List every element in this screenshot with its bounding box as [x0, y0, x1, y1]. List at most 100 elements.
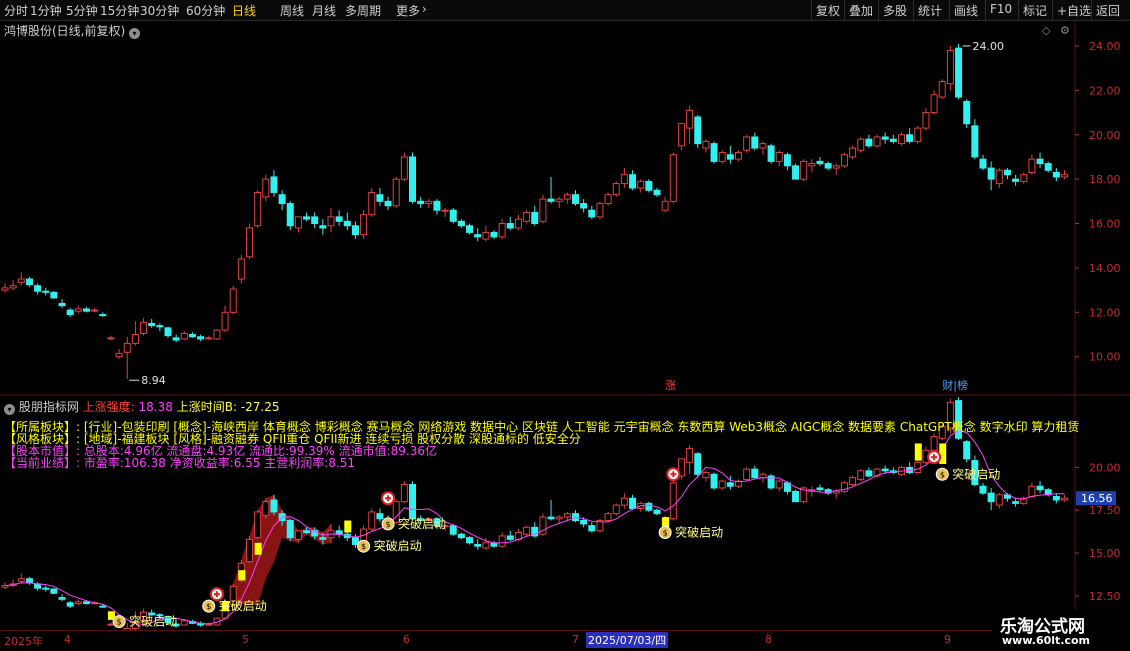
indicator-candle-body [792, 490, 800, 503]
main-chart-svg: 24.00 22.00 20.00 18.00 16.00 14.00 12.00 10.00… [0, 20, 1130, 630]
toolbar-button-6[interactable]: 标记 [1023, 2, 1047, 19]
y-tick-label: 16.00 [1089, 218, 1121, 231]
candle-body [1020, 174, 1028, 182]
indicator-candle-body [74, 601, 82, 605]
period-5[interactable]: 60分钟 [186, 2, 225, 19]
candle-body [172, 337, 180, 341]
indicator-candle-body [979, 485, 987, 494]
candle-body [197, 336, 205, 340]
time-value: -27.25 [240, 400, 280, 414]
chevron-down-icon[interactable]: ▾ [4, 404, 15, 415]
candle-body [898, 134, 905, 145]
indicator-candle-body [718, 480, 726, 489]
indicator-candle-body [930, 436, 938, 451]
month-label: 6 [403, 633, 410, 646]
indicator-candle-body [107, 623, 115, 626]
toolbar-button-2[interactable]: 多股 [883, 2, 907, 19]
indicator-candle-body [66, 602, 74, 607]
candle-body [384, 200, 392, 207]
signal-bar [939, 443, 947, 464]
indicator-candle-body [58, 597, 66, 600]
candle-body [596, 203, 604, 218]
candle-body [1, 287, 9, 291]
indicator-candle-body [555, 516, 563, 520]
candle-body [360, 214, 368, 236]
indicator-candle-body [506, 535, 514, 540]
indicator-candle-body [694, 453, 702, 475]
indicator-candle-body [580, 520, 588, 525]
indicator-candle-body [1061, 497, 1068, 501]
period-2[interactable]: 5分钟 [66, 2, 98, 19]
toolbar-separator [913, 0, 914, 20]
indicator-candle-body [987, 492, 995, 503]
toolbar-separator [1018, 0, 1019, 20]
period-0[interactable]: 分时 [4, 2, 28, 19]
indicator-candle-body [995, 494, 1003, 506]
indicator-candle-body [42, 587, 50, 590]
toolbar-button-5[interactable]: F10 [990, 2, 1012, 16]
candle-body [840, 154, 848, 167]
candle-body [335, 216, 343, 222]
period-6[interactable]: 日线 [232, 2, 256, 19]
toolbar-button-8[interactable]: 返回 [1096, 2, 1120, 19]
candle-body [751, 136, 759, 149]
money-bag-glyph: $ [663, 529, 668, 538]
y-tick-label: 10.00 [1089, 351, 1121, 364]
period-3[interactable]: 15分钟 [100, 2, 139, 19]
candle-body [441, 209, 449, 212]
candle-body [221, 311, 229, 331]
toolbar-button-3[interactable]: 统计 [918, 2, 942, 19]
toolbar-button-7[interactable]: +自选 [1057, 2, 1091, 19]
chevron-right-icon[interactable]: › [422, 2, 427, 16]
candle-body [930, 94, 938, 114]
money-bag-glyph: $ [117, 618, 122, 627]
toolbar-separator [878, 0, 879, 20]
candle-body [1061, 174, 1068, 178]
candle-body [718, 152, 726, 162]
candle-body [392, 178, 400, 207]
candle-body [938, 80, 946, 98]
chevron-down-icon[interactable]: ▾ [129, 28, 141, 39]
period-1[interactable]: 1分钟 [30, 2, 62, 19]
toolbar-button-0[interactable]: 复权 [816, 2, 840, 19]
month-label: 9 [944, 633, 951, 646]
period-9[interactable]: 多周期 [345, 2, 381, 19]
money-bag-glyph: $ [940, 470, 945, 479]
candle-body [400, 156, 408, 180]
candle-body [1036, 158, 1044, 165]
candle-body [294, 216, 302, 229]
candle-body [767, 145, 775, 162]
candle-body [1028, 158, 1036, 173]
indicator-candle-body [775, 480, 783, 489]
candle-body [156, 325, 164, 328]
diamond-icon[interactable]: ◇ [1042, 24, 1050, 37]
candle-body [922, 112, 930, 129]
candle-body [34, 285, 42, 292]
candle-body [327, 216, 335, 227]
period-4[interactable]: 30分钟 [140, 2, 179, 19]
period-8[interactable]: 月线 [312, 2, 336, 19]
candle-body [140, 321, 148, 334]
money-bag-glyph: $ [386, 520, 391, 529]
candle-body [555, 198, 563, 202]
signal-bar [344, 520, 352, 533]
indicator-tick-label: 17.50 [1089, 504, 1121, 517]
candle-body [523, 211, 531, 222]
candle-body [963, 100, 971, 125]
indicator-candle-body [849, 477, 857, 486]
candle-body [563, 194, 571, 200]
current-price-label: 16.56 [1081, 492, 1113, 505]
candle-body [457, 220, 465, 227]
toolbar-button-4[interactable]: 画线 [954, 2, 978, 19]
candle-body [278, 194, 286, 205]
candle-body [800, 160, 808, 180]
period-7[interactable]: 周线 [280, 2, 304, 19]
toolbar-button-1[interactable]: 叠加 [849, 2, 873, 19]
period-10[interactable]: 更多 [396, 2, 420, 19]
settings-icon[interactable]: ⚙ [1060, 24, 1070, 37]
candle-body [735, 152, 742, 160]
candle-body [417, 200, 425, 205]
indicator-tick-label: 12.50 [1089, 590, 1121, 603]
candle-body [1044, 163, 1052, 171]
candle-body [368, 191, 376, 216]
